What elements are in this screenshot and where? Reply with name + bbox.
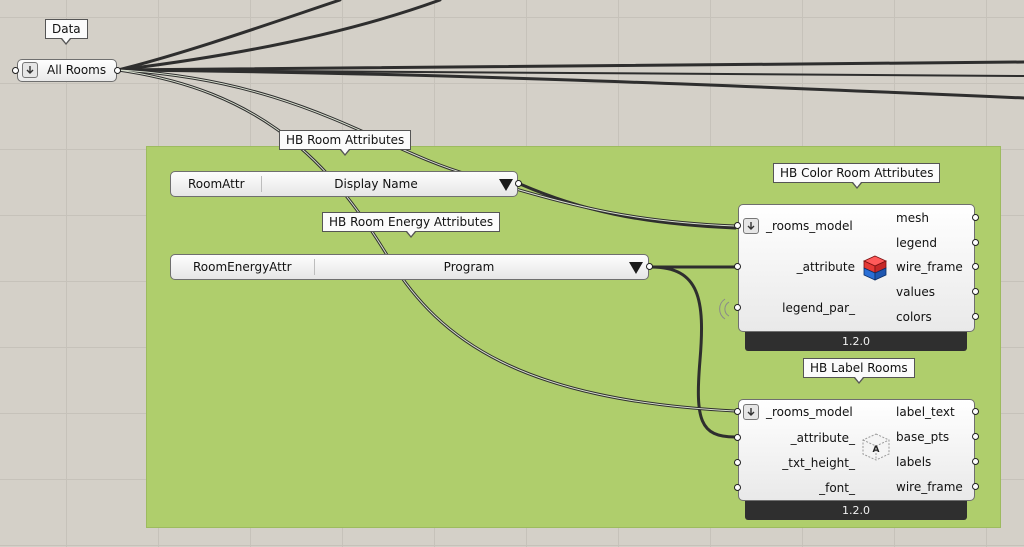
wire-to-right-1 [116, 60, 1024, 72]
output-port[interactable] [972, 433, 979, 440]
down-arrow-icon [743, 218, 759, 234]
wire-to-right-2 [116, 68, 1024, 100]
output-port[interactable] [646, 263, 653, 270]
color-room-attributes-component[interactable]: 1.2.0 _rooms_model _attribute legend_par… [733, 204, 983, 354]
wire-to-top-2 [116, 0, 342, 72]
data-tag: Data [45, 19, 88, 45]
output-legend: legend [896, 236, 937, 250]
room-attributes-tag: HB Room Attributes [279, 130, 412, 156]
down-arrow-icon [22, 62, 38, 78]
energy-attr-name: RoomEnergyAttr [193, 260, 292, 274]
output-port[interactable] [972, 239, 979, 246]
output-port[interactable] [972, 263, 979, 270]
room-attr-value-list[interactable]: RoomAttr Display Name [170, 171, 526, 197]
output-mesh: mesh [896, 211, 929, 225]
output-port[interactable] [972, 313, 979, 320]
label-rooms-tag: HB Label Rooms [803, 358, 915, 384]
output-port[interactable] [972, 214, 979, 221]
wire-to-top [116, 0, 442, 72]
output-label-text: label_text [896, 405, 955, 419]
input-port[interactable] [734, 222, 741, 229]
input-rooms-model: _rooms_model [766, 219, 853, 233]
output-port[interactable] [972, 458, 979, 465]
all-rooms-label: All Rooms [47, 63, 107, 77]
input-port[interactable] [734, 434, 741, 441]
input-rooms-model: _rooms_model [766, 405, 853, 419]
output-port[interactable] [972, 288, 979, 295]
version-label: 1.2.0 [745, 332, 967, 351]
all-rooms-param[interactable]: All Rooms [12, 59, 122, 82]
version-label: 1.2.0 [745, 501, 967, 520]
energy-attr-selected[interactable]: Program [314, 260, 624, 274]
colored-cube-icon [863, 255, 887, 281]
down-arrow-icon [743, 404, 759, 420]
output-colors: colors [896, 310, 932, 324]
input-legend-par: legend_par_ [782, 301, 855, 315]
input-port[interactable] [734, 459, 741, 466]
output-labels: labels [896, 455, 932, 469]
output-wire-frame: wire_frame [896, 480, 963, 494]
input-port[interactable] [734, 484, 741, 491]
output-values: values [896, 285, 936, 299]
wire-to-right-3 [117, 69, 1024, 77]
output-port[interactable] [114, 67, 121, 74]
input-font: _font_ [819, 481, 855, 495]
energy-attr-value-list[interactable]: RoomEnergyAttr Program [170, 254, 656, 280]
input-port[interactable] [734, 408, 741, 415]
dropdown-arrow-icon[interactable] [629, 262, 643, 274]
room-energy-attributes-tag: HB Room Energy Attributes [322, 212, 501, 238]
input-attribute: _attribute_ [790, 431, 855, 445]
dropdown-arrow-icon[interactable] [499, 179, 513, 191]
output-port[interactable] [972, 408, 979, 415]
input-port[interactable] [734, 304, 741, 311]
input-attribute: _attribute [796, 260, 855, 274]
output-base-pts: base_pts [896, 430, 950, 444]
color-room-attributes-tag: HB Color Room Attributes [773, 163, 941, 189]
input-port[interactable] [12, 67, 19, 74]
label-cube-icon: A [862, 433, 890, 461]
room-attr-selected[interactable]: Display Name [261, 177, 491, 191]
input-txt-height: _txt_height_ [782, 456, 855, 470]
input-port[interactable] [734, 263, 741, 270]
output-port[interactable] [515, 180, 522, 187]
output-port[interactable] [972, 483, 979, 490]
output-wire-frame: wire_frame [896, 260, 963, 274]
room-attr-name: RoomAttr [188, 177, 245, 191]
svg-text:A: A [873, 445, 880, 455]
label-rooms-component[interactable]: 1.2.0 _rooms_model _attribute_ _txt_heig… [733, 399, 983, 524]
